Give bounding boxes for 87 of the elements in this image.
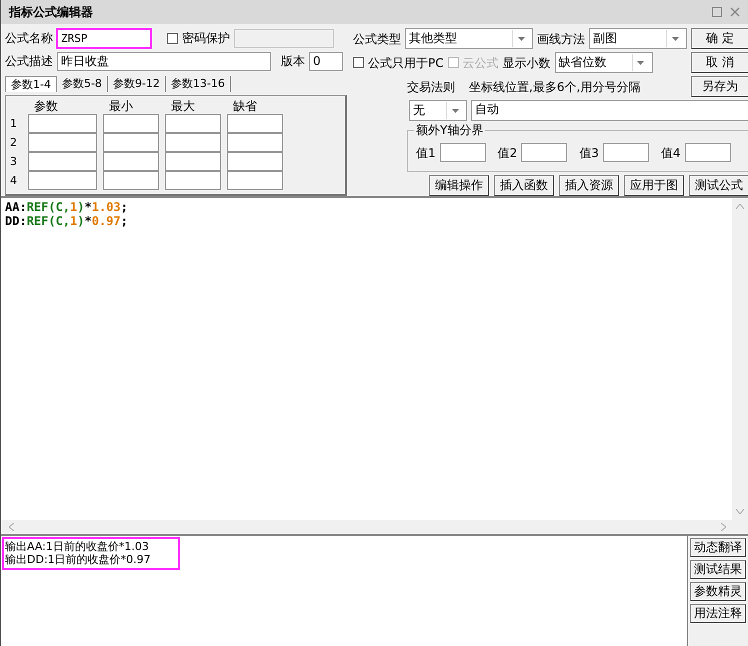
close-icon[interactable]: [730, 7, 740, 17]
row-number: 2: [10, 135, 18, 151]
axis-lines-field[interactable]: 自动: [471, 100, 748, 121]
column-header: 参数: [33, 98, 59, 114]
checkbox-label: 云公式: [462, 54, 499, 70]
scroll-down-icon[interactable]: [736, 509, 744, 514]
scroll-left-icon[interactable]: [9, 523, 14, 531]
field-label: 公式类型: [353, 30, 401, 46]
action-button[interactable]: 测试公式: [689, 175, 748, 196]
code-line: DD:REF(C,1)*0.97;: [5, 214, 129, 228]
param-tab[interactable]: 参数1-4: [5, 76, 57, 92]
param-tab[interactable]: 参数13-16: [166, 76, 231, 92]
draw-method-dropdown[interactable]: 副图: [589, 28, 687, 49]
field-label: 值4: [660, 144, 681, 160]
type-dropdown[interactable]: 其他类型: [405, 28, 533, 49]
param-input[interactable]: [165, 133, 221, 152]
field-label: 画线方法: [537, 30, 585, 46]
ok-button[interactable]: 确 定: [691, 28, 748, 49]
param-input[interactable]: [227, 133, 283, 152]
save-as-button[interactable]: 另存为: [691, 76, 748, 97]
side-button[interactable]: 动态翻译: [690, 538, 746, 557]
action-button[interactable]: 插入资源: [559, 175, 619, 196]
version-field[interactable]: 0: [309, 52, 343, 70]
scroll-up-icon[interactable]: [736, 204, 744, 209]
field-label: 公式名称: [5, 30, 53, 46]
side-button[interactable]: 测试结果: [690, 560, 746, 579]
field-label: 值1: [416, 144, 436, 160]
param-input[interactable]: [227, 114, 283, 133]
action-button[interactable]: 编辑操作: [429, 175, 489, 196]
field-label: 公式描述: [5, 53, 53, 69]
param-input[interactable]: [227, 152, 283, 171]
dropdown-arrow-icon: [518, 36, 524, 40]
side-button[interactable]: 参数精灵: [690, 582, 746, 601]
description-field[interactable]: 昨日收盘: [57, 52, 271, 70]
checkbox-label: 密码保护: [182, 30, 230, 46]
side-button[interactable]: 用法注释: [690, 604, 746, 623]
output-line: 输出AA:1日前的收盘价*1.03: [5, 540, 150, 553]
maximize-icon[interactable]: [712, 7, 722, 17]
row-number: 1: [10, 116, 18, 132]
group-title: 额外Y轴分界: [414, 123, 486, 138]
param-input[interactable]: [28, 133, 97, 152]
dropdown-arrow-icon: [637, 60, 644, 64]
name-field[interactable]: ZRSP: [57, 28, 151, 48]
field-label: 显示小数: [502, 54, 551, 70]
cancel-button[interactable]: 取 消: [691, 52, 748, 73]
param-input[interactable]: [227, 171, 283, 190]
param-input[interactable]: [103, 133, 159, 152]
param-input[interactable]: [165, 114, 221, 133]
dropdown-arrow-icon: [672, 36, 678, 40]
param-input[interactable]: [103, 171, 159, 190]
row-number: 4: [10, 173, 18, 189]
field-label: 交易法则: [407, 78, 455, 94]
checkbox[interactable]: [353, 57, 364, 68]
dropdown-arrow-icon: [452, 108, 458, 112]
decimals-dropdown[interactable]: 缺省位数: [554, 52, 653, 73]
param-tab[interactable]: 参数9-12: [108, 76, 166, 92]
horizontal-scrollbar[interactable]: [1, 520, 748, 536]
scroll-right-icon[interactable]: [721, 523, 726, 531]
field-label: 值3: [579, 144, 599, 160]
param-tab[interactable]: 参数5-8: [56, 76, 108, 92]
value-field[interactable]: [602, 143, 649, 162]
window-title: 指标公式编辑器: [9, 4, 93, 20]
param-input[interactable]: [28, 152, 97, 171]
code-line: AA:REF(C,1)*1.03;: [5, 200, 129, 214]
param-input[interactable]: [165, 152, 221, 171]
checkbox[interactable]: [167, 32, 178, 44]
action-button[interactable]: 应用于图: [624, 175, 684, 196]
action-button[interactable]: 插入函数: [494, 175, 554, 196]
value-field[interactable]: [440, 143, 486, 162]
param-input[interactable]: [28, 171, 97, 190]
checkbox-label: 公式只用于PC: [368, 54, 444, 70]
param-input[interactable]: [103, 114, 159, 133]
vertical-scrollbar[interactable]: [732, 198, 748, 520]
param-input[interactable]: [165, 171, 221, 190]
value-field[interactable]: [521, 143, 568, 162]
trade-rule-dropdown[interactable]: 无: [409, 100, 467, 121]
row-number: 3: [10, 154, 18, 170]
output-line: 输出DD:1日前的收盘价*0.97: [5, 553, 151, 566]
param-input[interactable]: [103, 152, 159, 171]
param-input[interactable]: [28, 114, 97, 133]
column-header: 最大: [170, 98, 196, 114]
column-header: 缺省: [232, 98, 258, 114]
value-field[interactable]: [684, 143, 731, 162]
field-label: 坐标线位置,最多6个,用分号分隔: [469, 78, 640, 94]
field-label: 值2: [498, 144, 518, 160]
field-label: 版本: [281, 53, 305, 69]
column-header: 最小: [108, 98, 134, 114]
